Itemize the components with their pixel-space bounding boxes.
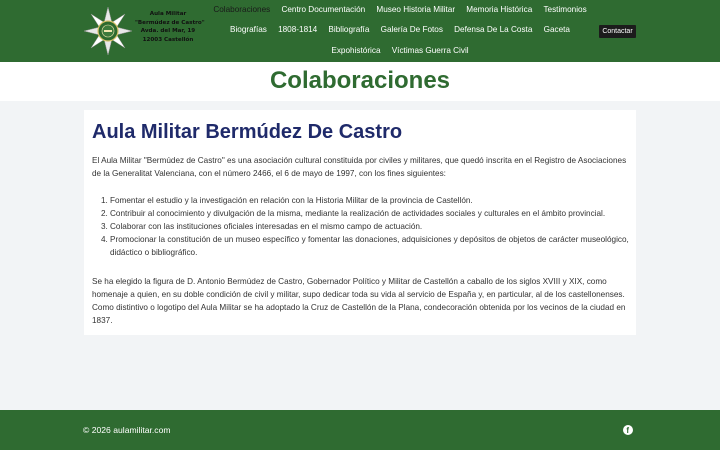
nav-item-museo-historia-militar[interactable]: Museo Historia Militar bbox=[371, 4, 461, 16]
list-item-text: Fomentar el estudio y la investigación e… bbox=[110, 196, 473, 205]
site-logo[interactable]: Aula Militar "Bermúdez de Castro" Avda. … bbox=[83, 6, 205, 56]
site-header: Aula Militar "Bermúdez de Castro" Avda. … bbox=[0, 0, 720, 62]
list-item-text: Contribuir al conocimiento y divulgación… bbox=[110, 209, 606, 218]
nav-item-biografias[interactable]: Biografías bbox=[224, 24, 272, 36]
nav-item-memoria-historica[interactable]: Memoria Histórica bbox=[461, 4, 538, 16]
cross-of-castellon-icon bbox=[83, 6, 133, 56]
page-title: Colaboraciones bbox=[269, 67, 451, 94]
aims-list: 1. Fomentar el estudio y la investigación… bbox=[92, 194, 632, 259]
article-closing: Se ha elegido la figura de D. Antonio Be… bbox=[92, 277, 626, 325]
logo-address: Aula Militar "Bermúdez de Castro" Avda. … bbox=[135, 10, 205, 44]
page-title-band: Colaboraciones bbox=[0, 62, 720, 101]
nav-item-colaboraciones[interactable]: Colaboraciones bbox=[208, 4, 276, 16]
nav-item-expohistorica[interactable]: Expohistórica bbox=[326, 45, 386, 57]
list-item-text: Promocionar la constitución de un museo … bbox=[110, 235, 629, 257]
list-item-text: Colaborar con las instituciones oficiale… bbox=[110, 222, 423, 231]
site-footer: © 2026 aulamilitar.com f bbox=[0, 410, 720, 450]
nav-item-bibliografia[interactable]: Bibliografía bbox=[323, 24, 375, 36]
logo-line: 12003 Castellón bbox=[142, 36, 194, 43]
nav-item-testimonios[interactable]: Testimonios bbox=[538, 4, 592, 16]
article-intro: El Aula Militar "Bermúdez de Castro" es … bbox=[92, 156, 627, 178]
nav-item-centro-documentacion[interactable]: Centro Documentación bbox=[276, 4, 371, 16]
nav-item-1808-1814[interactable]: 1808-1814 bbox=[272, 24, 322, 36]
nav-row-2: Biografías 1808-1814 Bibliografía Galerí… bbox=[210, 24, 590, 36]
nav-item-defensa-de-la-costa[interactable]: Defensa De La Costa bbox=[449, 24, 538, 36]
list-item: 3. Colaborar con las instituciones oficia… bbox=[101, 222, 423, 231]
facebook-icon[interactable]: f bbox=[623, 425, 633, 435]
list-item: 4. Promocionar la constitución de un muse… bbox=[101, 235, 629, 257]
nav-item-gaceta[interactable]: Gaceta bbox=[538, 24, 576, 36]
list-item: 2. Contribuir al conocimiento y divulgaci… bbox=[101, 209, 606, 218]
nav-row-1: Colaboraciones Centro Documentación Muse… bbox=[210, 4, 590, 16]
logo-line: Avda. del Mar, 19 bbox=[140, 28, 196, 35]
contact-button[interactable]: Contactar bbox=[599, 25, 636, 38]
copyright-text: © 2026 aulamilitar.com bbox=[83, 425, 171, 435]
article-title: Aula Militar Bermúdez De Castro bbox=[92, 121, 403, 143]
nav-item-victimas-guerra-civil[interactable]: Víctimas Guerra Civil bbox=[386, 45, 474, 57]
article-card: Aula Militar Bermúdez De Castro El Aula … bbox=[84, 110, 636, 335]
logo-line: "Bermúdez de Castro" bbox=[135, 19, 205, 26]
nav-row-3: Expohistórica Víctimas Guerra Civil bbox=[210, 45, 590, 57]
nav-item-galeria-de-fotos[interactable]: Galería De Fotos bbox=[375, 24, 449, 36]
logo-line: Aula Militar bbox=[149, 11, 187, 17]
list-item: 1. Fomentar el estudio y la investigación… bbox=[101, 196, 473, 205]
